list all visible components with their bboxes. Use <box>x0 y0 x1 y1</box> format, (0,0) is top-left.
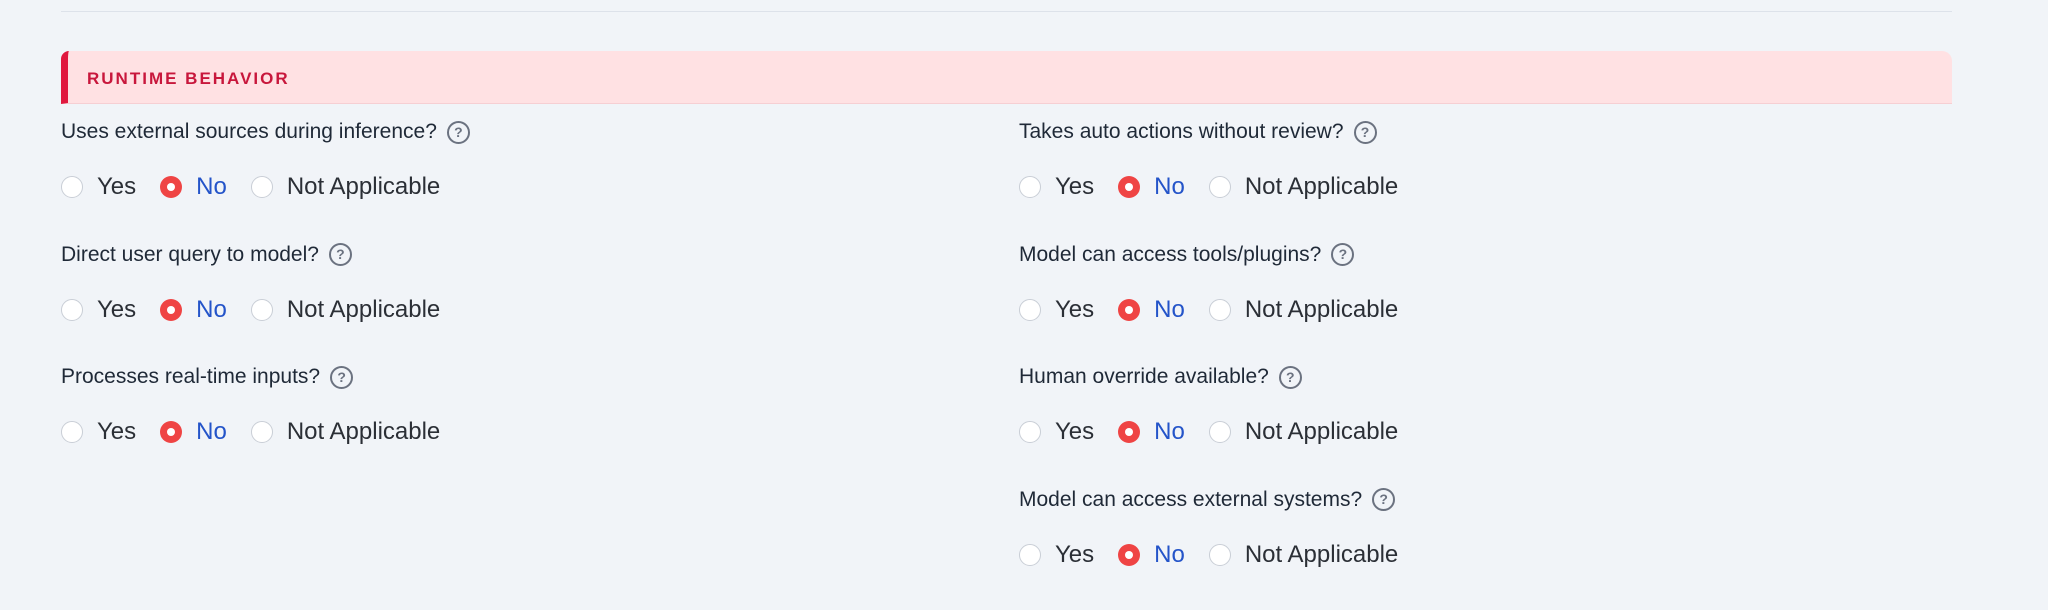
option-label: Yes <box>1055 295 1095 323</box>
radio-no[interactable] <box>160 298 183 321</box>
help-icon[interactable]: ? <box>328 243 352 266</box>
question-external-systems: Model can access external systems? ? Yes… <box>1019 472 1919 595</box>
option-yes[interactable]: Yes <box>1019 541 1094 569</box>
option-label: Yes <box>1055 540 1095 568</box>
question-external-sources: Uses external sources during inference? … <box>61 104 961 227</box>
option-no[interactable]: No <box>1118 418 1185 446</box>
option-yes[interactable]: Yes <box>61 296 136 324</box>
help-icon[interactable]: ? <box>330 365 354 389</box>
question-tools-plugins: Model can access tools/plugins? ? Yes No… <box>1019 227 1919 350</box>
radio-yes[interactable] <box>1019 176 1041 198</box>
radio-group: Yes No Not Applicable <box>61 171 464 203</box>
option-no[interactable]: No <box>1118 173 1185 201</box>
option-not-applicable[interactable]: Not Applicable <box>250 295 441 324</box>
question-direct-user-query: Direct user query to model? ? Yes No Not… <box>61 227 961 350</box>
radio-yes[interactable] <box>61 298 83 321</box>
option-label: No <box>1154 540 1185 568</box>
radio-group: Yes No Not Applicable <box>1019 294 1422 326</box>
question-label: Uses external sources during inference? <box>61 120 437 143</box>
option-yes[interactable]: Yes <box>61 173 136 201</box>
option-not-applicable[interactable]: Not Applicable <box>250 173 441 201</box>
question-human-override: Human override available? ? Yes No Not A… <box>1019 349 1919 472</box>
option-no[interactable]: No <box>1118 541 1185 569</box>
left-column: Uses external sources during inference? … <box>61 104 961 472</box>
option-label: No <box>196 418 227 445</box>
radio-not-applicable[interactable] <box>250 421 273 443</box>
question-real-time-inputs: Processes real-time inputs? ? Yes No Not… <box>61 349 961 472</box>
option-label: Not Applicable <box>286 173 441 200</box>
radio-not-applicable[interactable] <box>250 176 273 198</box>
radio-not-applicable[interactable] <box>1208 176 1231 198</box>
option-label: Yes <box>1055 173 1095 200</box>
help-icon[interactable]: ? <box>1353 120 1377 144</box>
radio-no[interactable] <box>1118 298 1141 321</box>
option-no[interactable]: No <box>1118 296 1185 324</box>
option-label: No <box>196 173 227 200</box>
option-label: Yes <box>1055 418 1095 445</box>
question-label: Direct user query to model? <box>61 242 319 266</box>
radio-no[interactable] <box>1118 543 1141 566</box>
question-label: Human override available? <box>1019 365 1269 388</box>
question-label: Model can access external systems? <box>1019 487 1363 511</box>
question-auto-actions: Takes auto actions without review? ? Yes… <box>1019 104 1919 227</box>
help-icon[interactable]: ? <box>1331 243 1355 266</box>
option-label: Not Applicable <box>1244 173 1399 200</box>
radio-group: Yes No Not Applicable <box>1019 539 1422 571</box>
option-label: Not Applicable <box>286 418 441 445</box>
radio-no[interactable] <box>160 421 183 443</box>
radio-group: Yes No Not Applicable <box>1019 171 1422 203</box>
radio-not-applicable[interactable] <box>1208 298 1231 321</box>
option-label: Yes <box>97 173 137 200</box>
option-yes[interactable]: Yes <box>61 418 136 446</box>
radio-yes[interactable] <box>61 176 83 198</box>
help-icon[interactable]: ? <box>1278 365 1302 389</box>
radio-not-applicable[interactable] <box>250 298 273 321</box>
question-label: Processes real-time inputs? <box>61 365 321 388</box>
section-title: RUNTIME BEHAVIOR <box>87 69 290 88</box>
radio-not-applicable[interactable] <box>1208 421 1231 443</box>
option-not-applicable[interactable]: Not Applicable <box>1208 540 1399 569</box>
help-icon[interactable]: ? <box>446 120 470 144</box>
option-label: Not Applicable <box>286 295 441 323</box>
radio-no[interactable] <box>1118 176 1141 198</box>
radio-yes[interactable] <box>1019 298 1041 321</box>
option-label: Yes <box>97 295 137 323</box>
option-not-applicable[interactable]: Not Applicable <box>1208 418 1399 446</box>
option-label: No <box>196 295 227 323</box>
option-label: Not Applicable <box>1244 295 1399 323</box>
radio-yes[interactable] <box>1019 421 1041 443</box>
option-not-applicable[interactable]: Not Applicable <box>1208 173 1399 201</box>
radio-group: Yes No Not Applicable <box>1019 416 1422 448</box>
option-no[interactable]: No <box>160 173 227 201</box>
radio-yes[interactable] <box>1019 543 1041 566</box>
option-not-applicable[interactable]: Not Applicable <box>250 418 441 446</box>
option-label: No <box>1154 418 1185 445</box>
radio-no[interactable] <box>160 176 183 198</box>
option-yes[interactable]: Yes <box>1019 173 1094 201</box>
option-yes[interactable]: Yes <box>1019 296 1094 324</box>
radio-no[interactable] <box>1118 421 1141 443</box>
top-divider <box>61 11 1952 12</box>
option-label: No <box>1154 173 1185 200</box>
radio-not-applicable[interactable] <box>1208 543 1231 566</box>
radio-group: Yes No Not Applicable <box>61 416 464 448</box>
option-label: Not Applicable <box>1244 418 1399 445</box>
option-label: Not Applicable <box>1244 540 1399 568</box>
option-no[interactable]: No <box>160 418 227 446</box>
question-label: Model can access tools/plugins? <box>1019 242 1322 266</box>
help-icon[interactable]: ? <box>1372 488 1396 511</box>
question-label: Takes auto actions without review? <box>1019 120 1344 143</box>
radio-yes[interactable] <box>61 421 83 443</box>
radio-group: Yes No Not Applicable <box>61 294 464 326</box>
option-no[interactable]: No <box>160 296 227 324</box>
option-yes[interactable]: Yes <box>1019 418 1094 446</box>
option-label: No <box>1154 295 1185 323</box>
right-column: Takes auto actions without review? ? Yes… <box>1019 104 1919 594</box>
section-header <box>61 51 1952 104</box>
option-label: Yes <box>97 418 137 445</box>
option-not-applicable[interactable]: Not Applicable <box>1208 295 1399 324</box>
